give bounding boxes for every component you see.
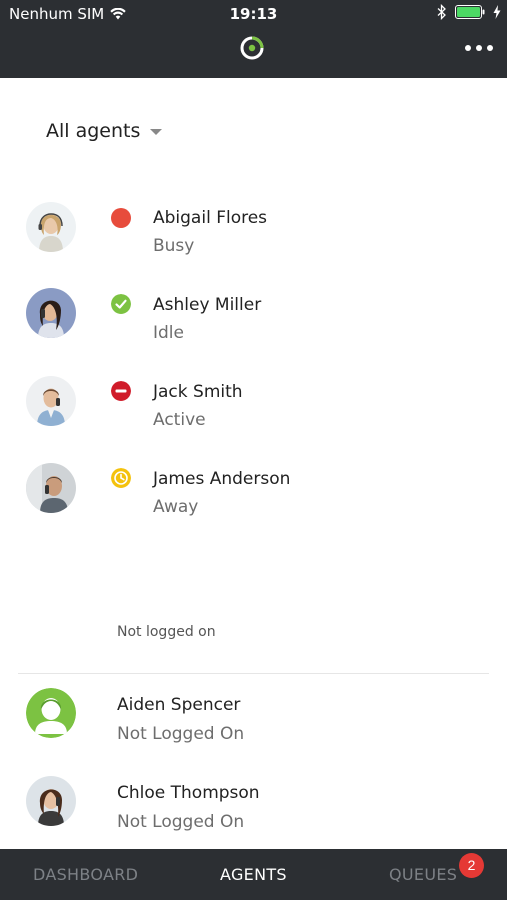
agent-name: Chloe Thompson [117,783,260,803]
divider [18,673,489,674]
away-status-icon [111,468,131,488]
agent-row[interactable]: Abigail Flores Busy [0,192,507,272]
ring-logo-icon[interactable] [239,35,265,61]
bottom-tab-bar: DASHBOARD AGENTS QUEUES 2 [0,849,507,900]
agent-name: Aiden Spencer [117,695,241,715]
agent-row[interactable]: Jack Smith Active [0,366,507,446]
tab-dashboard[interactable]: DASHBOARD [33,865,138,884]
avatar [26,776,76,826]
agent-name: James Anderson [153,469,291,489]
bluetooth-icon [437,4,446,20]
agent-status: Idle [153,323,184,343]
agent-status: Away [153,497,199,517]
avatar [26,376,76,426]
chevron-down-icon [150,129,163,135]
carrier-info: Nenhum SIM [9,5,126,23]
more-dots-icon[interactable] [465,38,493,58]
status-right [437,4,501,20]
agent-name: Jack Smith [153,382,243,402]
wifi-icon [110,8,126,20]
dot [487,45,493,51]
agent-row[interactable]: James Anderson Away [0,453,507,533]
status-bar: Nenhum SIM 19:13 [0,0,507,28]
dot [476,45,482,51]
filter-label: All agents [46,120,141,142]
idle-status-icon [111,294,131,314]
busy-status-icon [111,208,131,228]
agent-name: Abigail Flores [153,208,268,228]
tab-queues[interactable]: QUEUES [389,865,457,884]
agents-filter-dropdown[interactable]: All agents [46,120,163,142]
tab-agents[interactable]: AGENTS [220,865,287,884]
agent-status: Not Logged On [117,812,245,832]
agent-row-offline[interactable]: Chloe Thompson Not Logged On [0,766,507,846]
agent-status: Busy [153,236,195,256]
carrier-label: Nenhum SIM [9,5,105,23]
avatar [26,288,76,338]
agent-name: Ashley Miller [153,295,262,315]
queues-badge: 2 [459,853,484,878]
battery-icon [455,5,485,19]
section-title: Not logged on [117,624,216,640]
dot [465,45,471,51]
default-avatar-icon [26,688,76,738]
avatar [26,463,76,513]
agent-status: Not Logged On [117,724,245,744]
top-bar: Nenhum SIM 19:13 [0,0,507,78]
active-status-icon [111,381,131,401]
avatar [26,202,76,252]
agent-status: Active [153,410,206,430]
charging-bolt-icon [493,5,501,19]
agent-row-offline[interactable]: Aiden Spencer Not Logged On [0,678,507,758]
agent-row[interactable]: Ashley Miller Idle [0,279,507,359]
